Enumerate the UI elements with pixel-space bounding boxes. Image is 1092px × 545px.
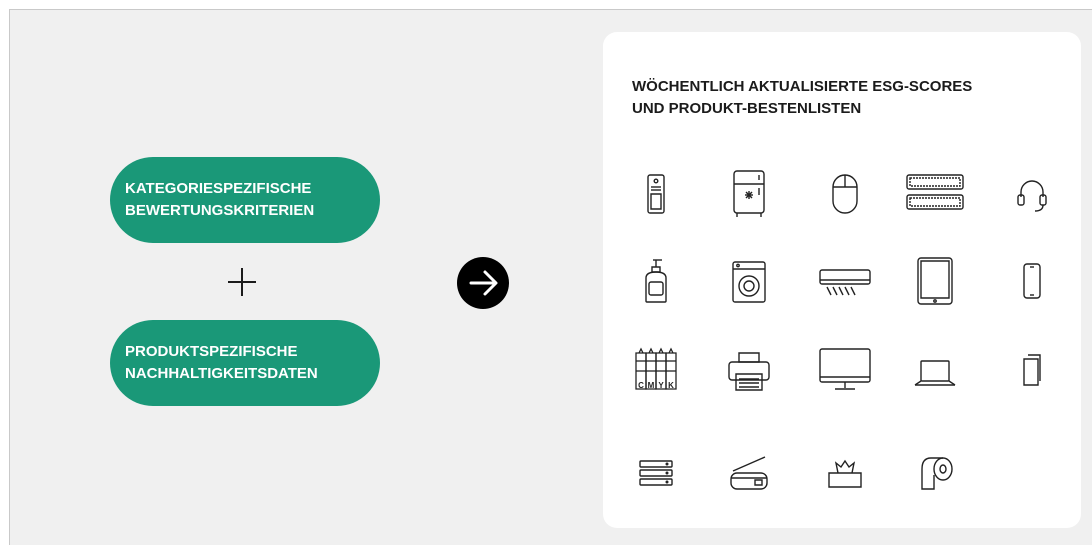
toilet-paper-icon xyxy=(905,445,965,501)
paper-stack-icon xyxy=(1002,343,1062,399)
printer-icon xyxy=(719,343,779,399)
scanner-icon xyxy=(719,445,779,501)
smartphone-icon xyxy=(1002,254,1062,310)
air-conditioner-icon xyxy=(815,254,875,310)
soap-dispenser-icon xyxy=(626,254,686,310)
output-panel: WÖCHENTLICH AKTUALISIERTE ESG-SCORES UND… xyxy=(603,32,1081,528)
plus-icon xyxy=(228,268,256,296)
refrigerator-icon xyxy=(719,165,779,221)
toner-label-m: M xyxy=(647,381,655,390)
pc-tower-icon xyxy=(626,165,686,221)
arrow-right-circle-icon xyxy=(457,257,509,309)
computer-mouse-icon xyxy=(815,165,875,221)
toner-cartridges-icon: C M Y K xyxy=(626,343,686,399)
toner-label-y: Y xyxy=(658,381,664,390)
criteria-label: KATEGORIESPEZIFISCHE BEWERTUNGSKRITERIEN xyxy=(125,180,315,219)
toner-label-c: C xyxy=(638,381,644,390)
data-pill: PRODUKTSPEZIFISCHE NACHHALTIGKEITSDATEN xyxy=(110,320,380,406)
server-icon xyxy=(626,445,686,501)
toner-label-k: K xyxy=(668,381,674,390)
tissue-box-icon xyxy=(815,445,875,501)
washing-machine-icon xyxy=(719,254,779,310)
output-title: WÖCHENTLICH AKTUALISIERTE ESG-SCORES UND… xyxy=(632,78,973,117)
laptop-icon xyxy=(905,343,965,399)
monitor-icon xyxy=(815,343,875,399)
keyboard-icon xyxy=(905,165,965,221)
headset-icon xyxy=(1002,165,1062,221)
data-label: PRODUKTSPEZIFISCHE NACHHALTIGKEITSDATEN xyxy=(125,343,318,382)
criteria-pill: KATEGORIESPEZIFISCHE BEWERTUNGSKRITERIEN xyxy=(110,157,380,243)
tablet-icon xyxy=(905,254,965,310)
